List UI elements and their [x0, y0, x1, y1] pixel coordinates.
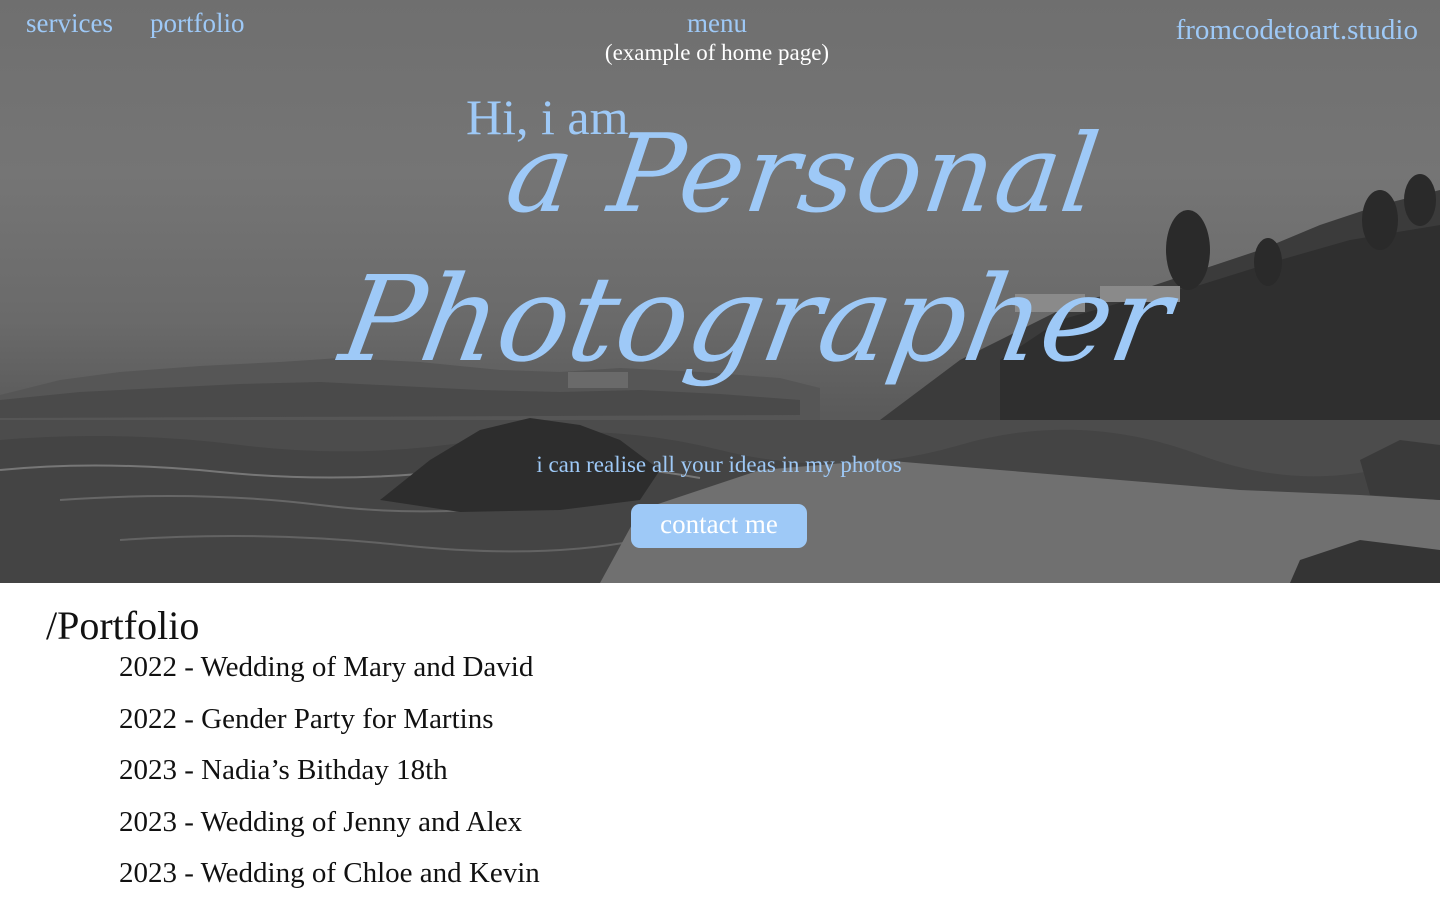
portfolio-item[interactable]: 2023 - Nadia’s Bithday 18th [119, 749, 540, 801]
site-name-link[interactable]: fromcodetoart.studio [1176, 14, 1418, 47]
portfolio-item[interactable]: 2022 - Wedding of Mary and David [119, 646, 540, 698]
hero-section: services portfolio menu (example of home… [0, 0, 1440, 583]
hero-headline-line1: a Personal [499, 112, 1108, 237]
portfolio-item[interactable]: 2023 - Wedding of Jenny and Alex [119, 801, 540, 853]
portfolio-list: 2022 - Wedding of Mary and David 2022 - … [119, 646, 540, 904]
hero-headline-line2: Photographer [331, 250, 1182, 388]
hero-tagline: i can realise all your ideas in my photo… [536, 452, 902, 477]
portfolio-heading: /Portfolio [46, 603, 200, 648]
contact-me-button[interactable]: contact me [631, 504, 807, 548]
portfolio-item[interactable]: 2023 - Wedding of Chloe and Kevin [119, 852, 540, 904]
portfolio-item[interactable]: 2022 - Gender Party for Martins [119, 698, 540, 750]
